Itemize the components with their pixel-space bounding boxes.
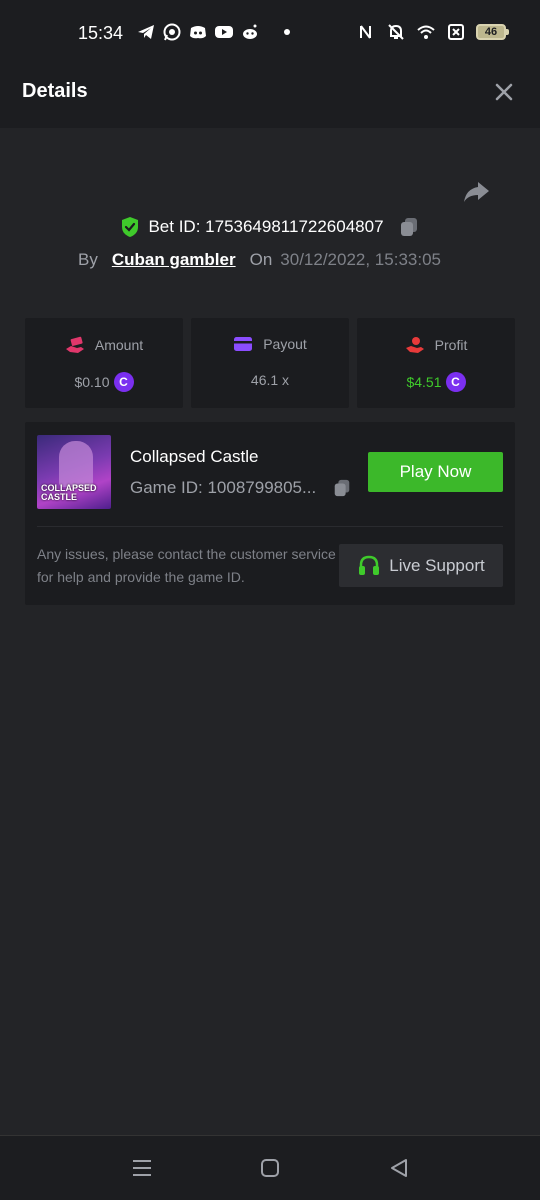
profit-card: Profit $4.51 C [357, 318, 515, 408]
share-icon[interactable] [462, 180, 490, 204]
by-label: By [78, 250, 98, 269]
profit-label: Profit [434, 337, 468, 353]
game-thumbnail[interactable]: COLLAPSED CASTLE [37, 435, 111, 509]
bet-id: Bet ID: 1753649811722604807 [148, 217, 384, 236]
close-icon[interactable] [494, 82, 514, 102]
game-id: Game ID: 1008799805... [130, 478, 317, 497]
whatsapp-icon [163, 23, 181, 41]
wifi-icon [417, 25, 435, 39]
amount-value: $0.10 [74, 374, 110, 390]
live-support-label: Live Support [389, 555, 485, 575]
help-text: Any issues, please contact the customer … [37, 546, 336, 585]
user-link[interactable]: Cuban gambler [112, 250, 236, 270]
amount-card: Amount $0.10 C [25, 318, 183, 408]
status-time: 15:34 [78, 23, 124, 43]
page-title: Details [22, 80, 88, 102]
payout-value: 46.1 x [250, 372, 290, 388]
game-name: Collapsed Castle [130, 447, 259, 466]
payout-card: Payout 46.1 x [191, 318, 349, 408]
sim-icon [448, 24, 464, 40]
hand-coin-icon [405, 337, 424, 353]
reddit-icon [243, 24, 257, 39]
card-icon [234, 337, 253, 351]
battery-icon: 46 [476, 24, 509, 40]
coin-icon: C [113, 372, 134, 392]
system-icons: 46 [356, 22, 509, 42]
youtube-icon [215, 26, 233, 38]
bell-off-icon [388, 24, 404, 40]
discord-icon [190, 26, 206, 39]
nfc-icon [360, 25, 371, 39]
copy-icon[interactable] [398, 216, 420, 238]
game-card: COLLAPSED CASTLE Collapsed Castle Game I… [25, 422, 515, 605]
payout-label: Payout [263, 336, 307, 352]
play-now-button[interactable]: Play Now [368, 452, 503, 492]
status-bar: 15:34 46 [0, 0, 540, 58]
menu-icon[interactable] [130, 1156, 154, 1180]
amount-label: Amount [94, 337, 144, 353]
bet-id-row: Bet ID: 1753649811722604807 [0, 216, 540, 238]
notification-icons [136, 22, 290, 42]
dot-icon [284, 29, 290, 35]
shield-check-icon [122, 217, 139, 237]
profit-value: $4.51 [406, 374, 442, 390]
game-id-row: Game ID: 1008799805... [130, 478, 352, 498]
copy-icon[interactable] [332, 478, 352, 498]
details-header: Details [0, 58, 540, 128]
headset-icon [359, 555, 380, 575]
home-icon[interactable] [258, 1156, 282, 1180]
bet-date: 30/12/2022, 15:33:05 [280, 250, 441, 269]
bet-author-row: By Cuban gambler On 30/12/2022, 15:33:05 [78, 250, 441, 270]
live-support-button[interactable]: Live Support [339, 544, 503, 587]
thumbnail-title: COLLAPSED CASTLE [41, 483, 97, 502]
battery-level: 46 [484, 26, 498, 38]
on-label: On [249, 250, 273, 269]
back-icon[interactable] [387, 1156, 411, 1180]
telegram-icon [138, 25, 154, 39]
hand-money-icon [65, 336, 84, 353]
coin-icon: C [445, 372, 466, 392]
divider [37, 526, 503, 527]
system-nav-bar [0, 1135, 540, 1200]
bet-stats: Amount $0.10 C Payout 46.1 x Profit $4.5… [25, 318, 515, 408]
